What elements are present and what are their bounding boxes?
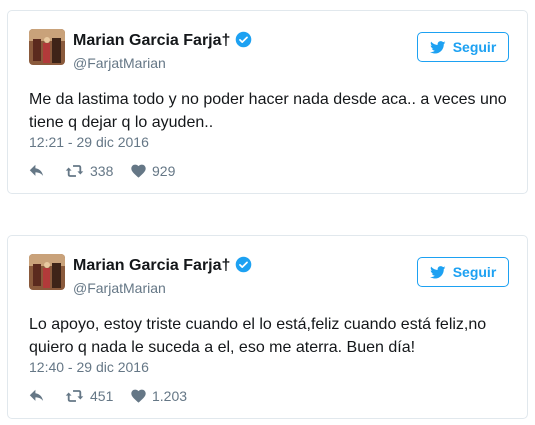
author-handle[interactable]: @FarjatMarian <box>73 55 166 71</box>
verified-badge-icon <box>235 31 252 53</box>
twitter-bird-icon <box>429 265 446 278</box>
avatar[interactable] <box>29 254 65 290</box>
author-name[interactable]: Marian Garcia Farja† <box>73 31 252 53</box>
retweet-count: 451 <box>90 388 114 404</box>
twitter-bird-icon <box>429 40 446 53</box>
like-count: 1.203 <box>152 388 188 404</box>
tweet-text: Lo apoyo, estoy triste cuando el lo está… <box>29 316 487 356</box>
tweet-timestamp[interactable]: 12:21 - 29 dic 2016 <box>29 134 149 150</box>
like-button[interactable]: 1.203 <box>131 388 187 404</box>
avatar[interactable] <box>29 29 65 65</box>
retweet-count: 338 <box>90 163 114 179</box>
heart-icon <box>131 389 146 403</box>
reply-icon <box>29 164 44 176</box>
author-name[interactable]: Marian Garcia Farja† <box>73 256 252 278</box>
tweet-card: Marian Garcia Farja† @FarjatMarian Segui… <box>7 235 528 419</box>
follow-button[interactable]: Seguir <box>417 257 509 287</box>
retweet-icon <box>65 390 84 402</box>
author-name-text[interactable]: Marian Garcia Farja† <box>73 257 230 274</box>
tweet-actions: 338 929 <box>29 162 175 180</box>
retweet-button[interactable]: 338 <box>65 163 131 179</box>
tweet-card: Marian Garcia Farja† @FarjatMarian Segui… <box>7 10 528 194</box>
reply-icon <box>29 389 44 401</box>
follow-button-label: Seguir <box>452 264 497 280</box>
like-button[interactable]: 929 <box>131 163 175 179</box>
author-handle[interactable]: @FarjatMarian <box>73 280 166 296</box>
tweet-timestamp[interactable]: 12:40 - 29 dic 2016 <box>29 359 149 375</box>
heart-icon <box>131 164 146 178</box>
tweet-text: Me da lastima todo y no poder hacer nada… <box>29 91 507 131</box>
reply-button[interactable] <box>29 389 65 403</box>
retweet-icon <box>65 165 84 177</box>
tweet-actions: 451 1.203 <box>29 387 187 405</box>
follow-button-label: Seguir <box>452 39 497 55</box>
reply-button[interactable] <box>29 164 65 178</box>
retweet-button[interactable]: 451 <box>65 388 131 404</box>
follow-button[interactable]: Seguir <box>417 32 509 62</box>
verified-badge-icon <box>235 256 252 278</box>
like-count: 929 <box>152 163 176 179</box>
author-name-text[interactable]: Marian Garcia Farja† <box>73 32 230 49</box>
